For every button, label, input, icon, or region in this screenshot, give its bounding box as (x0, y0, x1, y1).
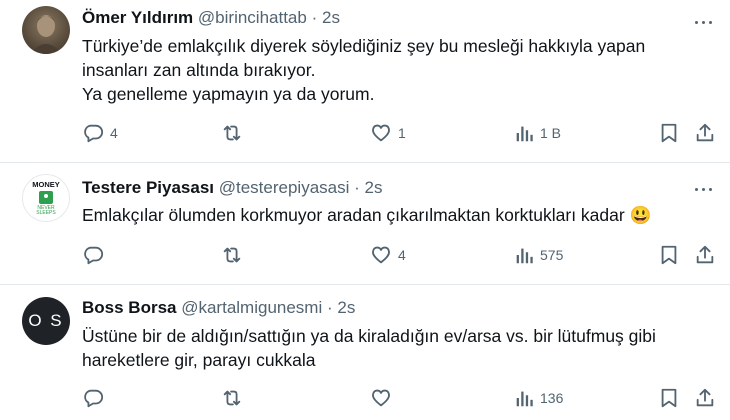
tweet-text-line: hareketlere gir, parayı cukkala (82, 350, 316, 370)
heart-icon (372, 389, 390, 407)
tweet-text: Üstüne bir de aldığın/sattığın ya da kir… (82, 324, 712, 372)
like-count: 1 (398, 125, 406, 141)
share-button[interactable] (694, 386, 716, 410)
avatar[interactable]: MONEY NEVER SLEEPS (22, 174, 70, 222)
tweet-text: Türkiye’de emlakçılık diyerek söylediğin… (82, 34, 712, 106)
avatar-letters: O S (28, 311, 64, 330)
timestamp[interactable]: 2s (365, 178, 383, 197)
bookmark-icon (661, 388, 677, 408)
views-icon (516, 248, 533, 264)
tweet-text: Emlakçılar ölumden korkmuyor aradan çıka… (82, 203, 712, 227)
separator: · (311, 8, 318, 27)
bookmark-icon (661, 245, 677, 265)
bookmark-button[interactable] (659, 121, 679, 145)
heart-icon (372, 124, 390, 142)
avatar-logo-top: MONEY (32, 180, 60, 189)
tweet-text-line: Üstüne bir de aldığın/sattığın ya da kir… (82, 326, 656, 346)
more-options-button[interactable] (690, 10, 716, 30)
tweet-header: Boss Borsa @kartalmigunesmi · 2s (82, 298, 355, 318)
views-button[interactable]: 1 B (514, 121, 561, 145)
retweet-button[interactable] (221, 386, 249, 410)
reply-icon (84, 124, 104, 143)
view-count: 136 (540, 390, 564, 406)
views-icon (516, 391, 533, 407)
share-button[interactable] (694, 243, 716, 267)
separator: · (354, 178, 360, 197)
views-button[interactable]: 575 (514, 243, 563, 267)
tweet-actions: 4 1 1 B (82, 121, 722, 145)
avatar[interactable]: O S (22, 297, 70, 345)
heart-icon (372, 246, 390, 264)
like-button[interactable]: 1 (370, 121, 406, 145)
tweet-header: Testere Piyasası @testerepiyasasi · 2s (82, 178, 383, 198)
more-options-button[interactable] (690, 177, 716, 197)
reply-button[interactable] (82, 386, 110, 410)
retweet-icon (223, 247, 241, 263)
like-button[interactable] (370, 386, 398, 410)
more-icon (693, 11, 714, 29)
tweet-text-line: Ya genelleme yapmayın ya da yorum. (82, 84, 375, 104)
retweet-icon (223, 390, 241, 406)
share-icon (696, 245, 714, 264)
bookmark-button[interactable] (659, 386, 679, 410)
display-name[interactable]: Testere Piyasası (82, 178, 214, 197)
view-count: 575 (540, 247, 564, 263)
timestamp[interactable]: 2s (337, 298, 355, 317)
timestamp[interactable]: 2s (322, 8, 340, 27)
share-icon (696, 388, 714, 407)
share-button[interactable] (694, 121, 716, 145)
smiley-emoji-icon: 😃 (629, 205, 652, 225)
separator: · (326, 298, 333, 317)
tweet-text-line: Türkiye’de emlakçılık diyerek söylediğin… (82, 36, 646, 56)
avatar[interactable] (22, 6, 70, 54)
tweet-actions: 136 (82, 386, 722, 410)
username[interactable]: @testerepiyasasi (219, 178, 350, 197)
share-icon (696, 123, 714, 142)
tweet[interactable]: MONEY NEVER SLEEPS Testere Piyasası @tes… (0, 163, 730, 284)
profile-photo-icon (30, 15, 62, 54)
like-button[interactable]: 4 (370, 243, 406, 267)
reply-button[interactable]: 4 (82, 121, 118, 145)
display-name[interactable]: Ömer Yıldırım (82, 8, 193, 27)
username[interactable]: @kartalmigunesmi (181, 298, 322, 317)
display-name[interactable]: Boss Borsa (82, 298, 176, 317)
reply-icon (84, 246, 104, 265)
money-logo-icon (39, 191, 53, 204)
retweet-button[interactable] (221, 243, 249, 267)
tweet[interactable]: O S Boss Borsa @kartalmigunesmi · 2s Üst… (0, 285, 730, 420)
tweet-text-line: insanları zan altında bırakıyor. (82, 60, 316, 80)
retweet-icon (223, 125, 241, 141)
bookmark-button[interactable] (659, 243, 679, 267)
views-button[interactable]: 136 (514, 386, 563, 410)
tweet-actions: 4 575 (82, 243, 722, 267)
tweet-header: Ömer Yıldırım @birincihattab · 2s (82, 8, 340, 28)
views-icon (516, 126, 533, 142)
reply-button[interactable] (82, 243, 110, 267)
view-count: 1 B (540, 125, 562, 141)
reply-icon (84, 389, 104, 408)
tweet-text-line: Emlakçılar ölumden korkmuyor aradan çıka… (82, 205, 625, 225)
more-icon (693, 178, 714, 196)
like-count: 4 (398, 247, 406, 263)
bookmark-icon (661, 123, 677, 143)
avatar-logo-bottom: NEVER SLEEPS (36, 205, 56, 216)
retweet-button[interactable] (221, 121, 249, 145)
reply-count: 4 (110, 125, 118, 141)
tweet[interactable]: Ömer Yıldırım @birincihattab · 2s Türkiy… (0, 0, 730, 162)
username[interactable]: @birincihattab (198, 8, 307, 27)
